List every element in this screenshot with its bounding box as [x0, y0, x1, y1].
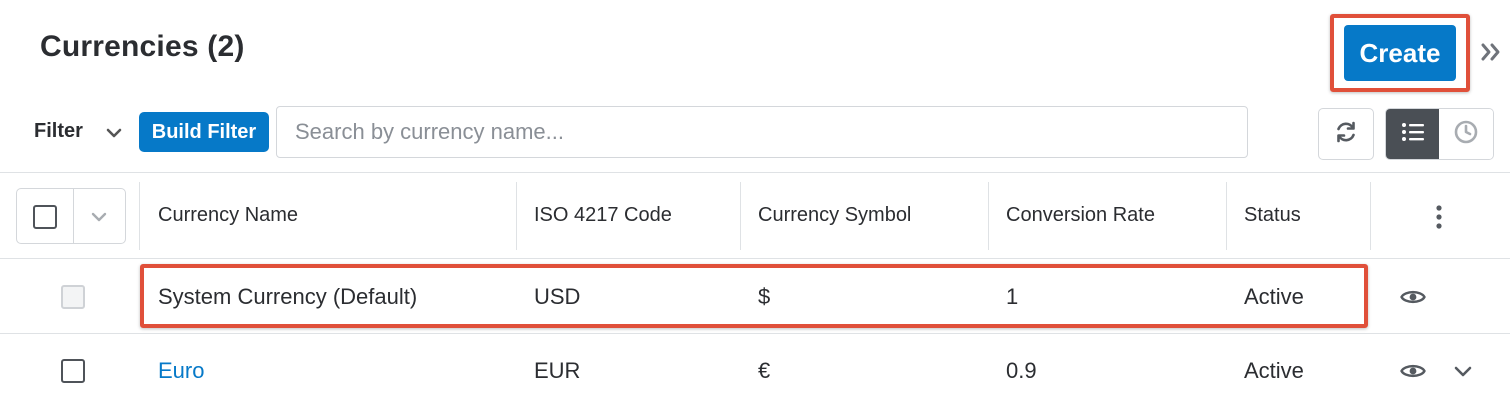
page-title: Currencies (2): [40, 30, 245, 63]
eye-icon[interactable]: [1399, 283, 1427, 311]
column-header-currency-name[interactable]: Currency Name: [158, 204, 298, 227]
row-checkbox: [61, 285, 85, 309]
list-view-icon: [1401, 121, 1425, 148]
conversion-rate-cell: 0.9: [1006, 358, 1037, 383]
select-all-checkbox[interactable]: [33, 205, 57, 229]
refresh-icon: [1333, 119, 1359, 150]
header-bottom-border: [0, 258, 1510, 259]
column-header-iso-code[interactable]: ISO 4217 Code: [534, 204, 672, 227]
row-checkbox[interactable]: [61, 359, 85, 383]
column-separator: [516, 182, 517, 250]
view-toggle-group: [1385, 108, 1494, 160]
column-header-status[interactable]: Status: [1244, 204, 1301, 227]
column-separator: [1226, 182, 1227, 250]
column-separator: [740, 182, 741, 250]
chevron-down-icon[interactable]: [103, 122, 125, 144]
list-view-button[interactable]: [1386, 109, 1440, 159]
currency-name-link[interactable]: Euro: [158, 358, 204, 384]
column-separator: [988, 182, 989, 250]
chevron-down-icon[interactable]: [1449, 357, 1477, 385]
eye-icon[interactable]: [1399, 357, 1427, 385]
timeline-view-button[interactable]: [1439, 109, 1493, 159]
column-separator: [139, 182, 140, 250]
divider: [73, 189, 74, 243]
column-separator: [1370, 182, 1371, 250]
clock-icon: [1453, 119, 1479, 150]
iso-code-cell: EUR: [534, 358, 581, 383]
filter-label[interactable]: Filter: [34, 120, 83, 143]
refresh-button[interactable]: [1318, 108, 1374, 160]
filter-bar: Filter Build Filter: [0, 106, 1510, 160]
currency-symbol-cell: €: [758, 358, 771, 383]
chevron-double-right-icon[interactable]: [1478, 34, 1504, 70]
status-cell: Active: [1244, 358, 1304, 383]
create-button[interactable]: Create: [1344, 25, 1456, 81]
build-filter-button[interactable]: Build Filter: [139, 112, 269, 152]
column-header-conversion-rate[interactable]: Conversion Rate: [1006, 204, 1155, 227]
row-highlight: [140, 264, 1368, 328]
create-button-highlight: Create: [1330, 14, 1470, 92]
kebab-menu-icon[interactable]: [1424, 200, 1454, 234]
chevron-down-icon[interactable]: [87, 205, 111, 229]
mass-select-control: [16, 188, 126, 244]
search-input[interactable]: [276, 106, 1248, 158]
table-top-border: [0, 172, 1510, 173]
row-border: [0, 333, 1510, 334]
column-header-currency-symbol[interactable]: Currency Symbol: [758, 204, 911, 227]
